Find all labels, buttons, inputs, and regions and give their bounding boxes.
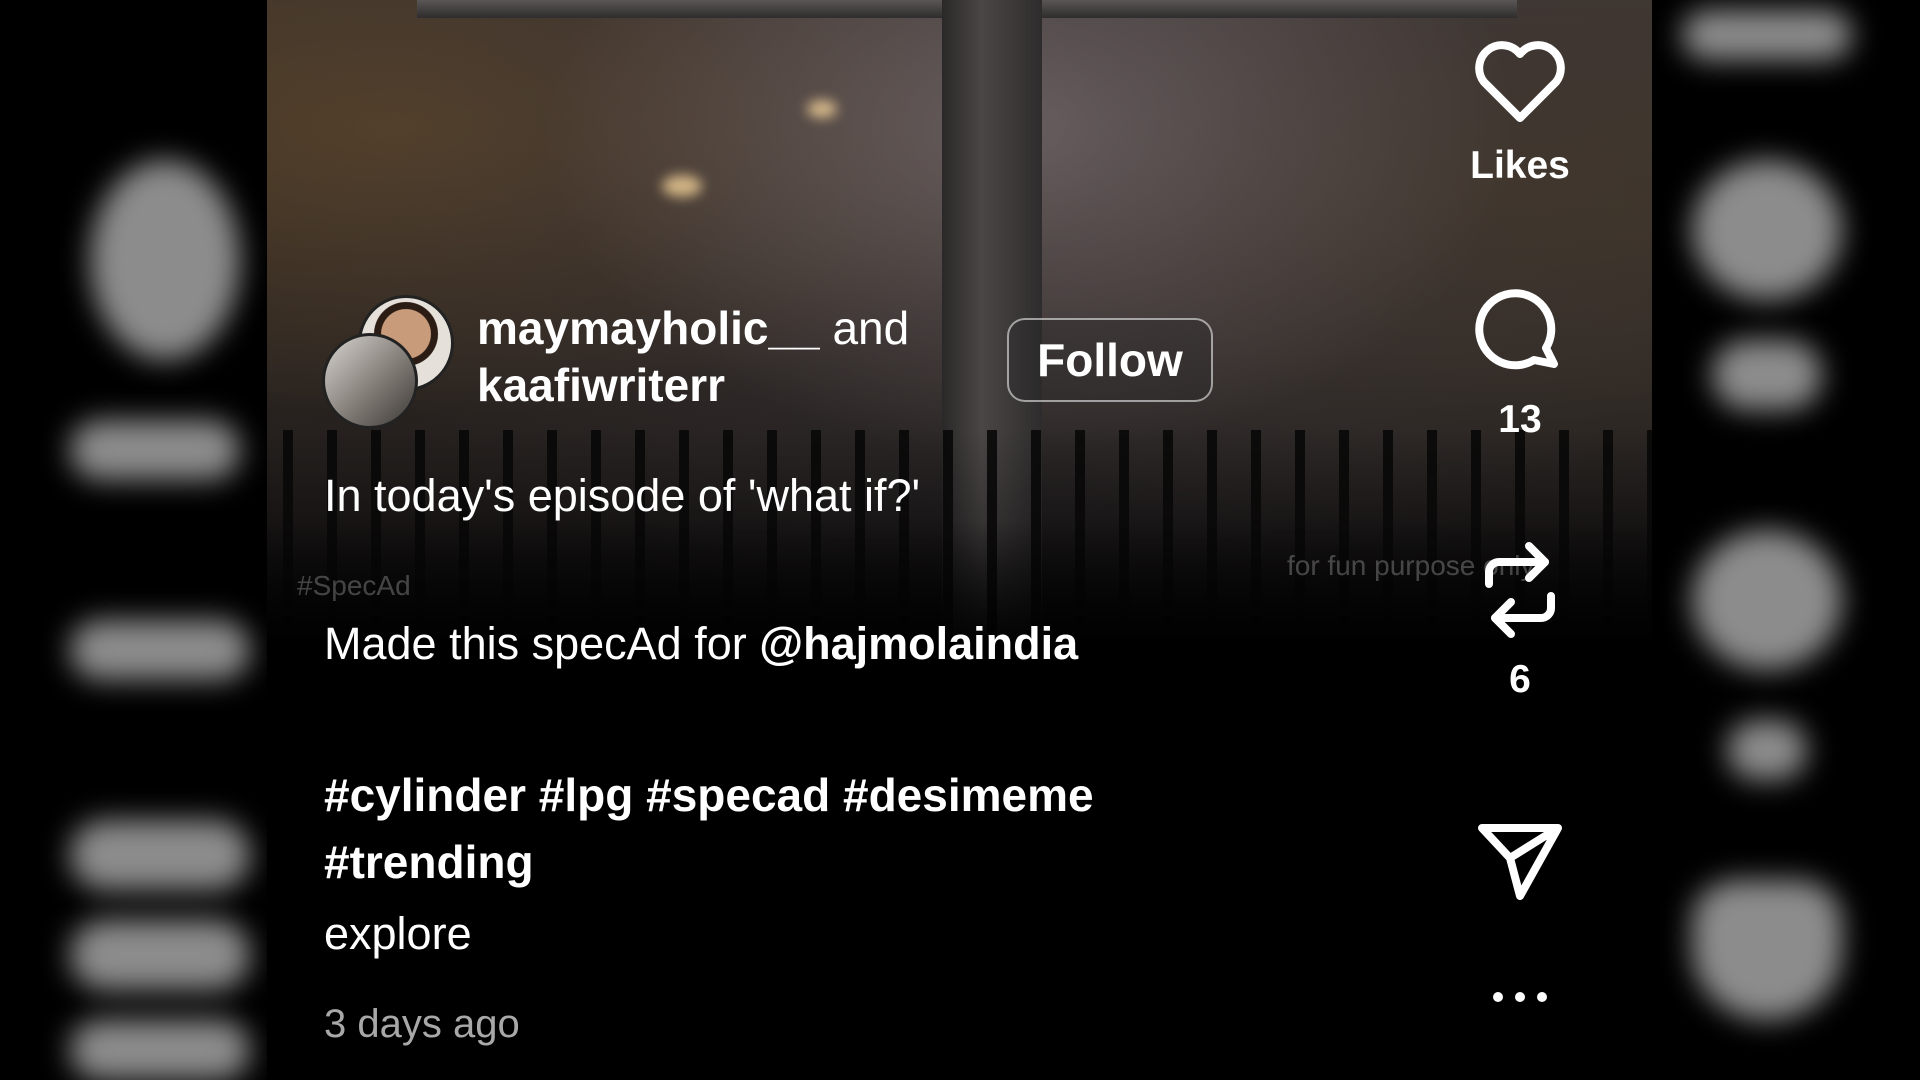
hashtags-line-2[interactable]: #trending [324,829,1324,896]
comment-bubble-icon[interactable] [1474,288,1566,380]
reel-viewer[interactable]: #SpecAd for fun purpose only maymayholic… [267,0,1652,1080]
follow-button[interactable]: Follow [1007,318,1213,402]
repost-arrows-icon[interactable] [1477,540,1563,640]
author-joiner: and [832,302,910,354]
caption-text: Made this specAd for [324,618,747,669]
more-dots-icon[interactable] [1490,990,1550,1004]
street-light [807,100,837,118]
author-primary-link[interactable]: maymayholic__ [477,302,820,354]
hashtags: #cylinder #lpg #specad #desimeme #trendi… [324,762,1324,896]
street-light [662,175,702,197]
likes-label: Likes [1470,144,1570,187]
specad-watermark: #SpecAd [297,570,411,601]
paper-plane-icon[interactable] [1476,820,1564,902]
next-reel-blurred [1652,0,1920,1080]
caption-line-1: In today's episode of 'what if?' [324,470,921,521]
comment-action[interactable]: 13 [1445,288,1595,442]
more-options-button[interactable] [1445,990,1595,1004]
mention-link[interactable]: @hajmolaindia [759,618,1078,669]
explore-link[interactable]: explore [324,908,472,960]
caption-line-2: Made this specAd for @hajmolaindia [324,618,1078,670]
authors: maymayholic__ and kaafiwriterr [477,300,909,414]
like-action[interactable]: Likes [1445,38,1595,188]
hashtags-line-1[interactable]: #cylinder #lpg #specad #desimeme [324,762,1324,829]
avatar-secondary[interactable] [322,333,418,429]
repost-action[interactable]: 6 [1445,540,1595,702]
share-action[interactable] [1445,820,1595,902]
reposts-count: 6 [1509,658,1531,701]
previous-reel-blurred [0,0,267,1080]
heart-icon[interactable] [1472,38,1568,126]
post-timestamp: 3 days ago [324,1002,520,1046]
author-secondary-link[interactable]: kaafiwriterr [477,359,725,411]
comments-count: 13 [1498,398,1542,441]
